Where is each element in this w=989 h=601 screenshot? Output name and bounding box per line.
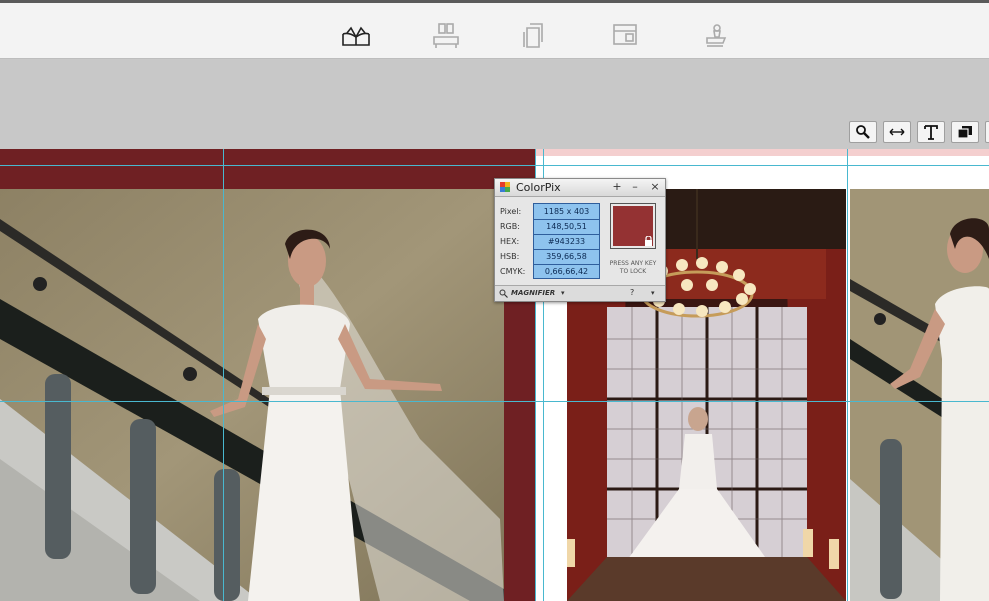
hex-label: HEX: [500, 237, 520, 246]
pixel-label: Pixel: [500, 207, 522, 216]
guide-vertical[interactable] [847, 149, 848, 601]
colorpix-logo-icon [500, 182, 510, 192]
menu-chevron-icon[interactable]: ▾ [651, 289, 655, 297]
rgb-value[interactable]: 148,50,51 [534, 222, 599, 231]
layout-template-icon[interactable] [608, 18, 642, 52]
cmyk-value[interactable]: 0,66,66,42 [534, 267, 599, 276]
lock-icon [645, 236, 652, 246]
guide-horizontal[interactable] [0, 401, 989, 402]
fit-width-icon[interactable] [883, 121, 911, 143]
guide-vertical[interactable] [223, 149, 224, 601]
guide-horizontal[interactable] [0, 165, 989, 166]
help-button[interactable]: ? [630, 288, 634, 297]
workspace-header [0, 59, 989, 149]
book-icon[interactable] [339, 18, 373, 52]
main-toolbar [0, 0, 989, 59]
stamp-icon[interactable] [698, 18, 732, 52]
photo-bride-staircase-right[interactable] [850, 189, 989, 601]
colorpix-window[interactable]: ColorPix + – × Pixel: RGB: HEX: HSB: CMY… [494, 178, 666, 302]
colorpix-title: ColorPix [516, 181, 561, 194]
color-values-panel: 1185 x 403 148,50,51 #943233 359,66,58 0… [533, 203, 600, 279]
add-button[interactable]: + [610, 180, 624, 194]
chevron-down-icon[interactable]: ▾ [561, 289, 565, 297]
pixel-value[interactable]: 1185 x 403 [534, 207, 599, 216]
lock-hint: PRESS ANY KEY TO LOCK [609, 260, 657, 275]
hex-value[interactable]: #943233 [534, 237, 599, 246]
magnifier-icon [499, 289, 508, 298]
colorpix-footer: MAGNIFIER ▾ ? ▾ [495, 285, 665, 301]
pages-icon[interactable] [518, 18, 552, 52]
hsb-value[interactable]: 359,66,58 [534, 252, 599, 261]
more-tools-button[interactable] [985, 121, 989, 143]
photo-bride-staircase[interactable] [0, 189, 504, 601]
close-button[interactable]: × [648, 180, 662, 194]
mode-selector[interactable]: MAGNIFIER [511, 289, 555, 297]
text-icon[interactable] [917, 121, 945, 143]
magnifier-icon[interactable] [849, 121, 877, 143]
minimize-button[interactable]: – [628, 180, 642, 194]
layers-icon[interactable] [951, 121, 979, 143]
rgb-label: RGB: [500, 222, 520, 231]
cmyk-label: CMYK: [500, 267, 526, 276]
hsb-label: HSB: [500, 252, 520, 261]
bleed-margin [536, 149, 989, 156]
spread-layout-icon[interactable] [429, 18, 463, 52]
colorpix-titlebar[interactable]: ColorPix + – × [495, 179, 665, 197]
